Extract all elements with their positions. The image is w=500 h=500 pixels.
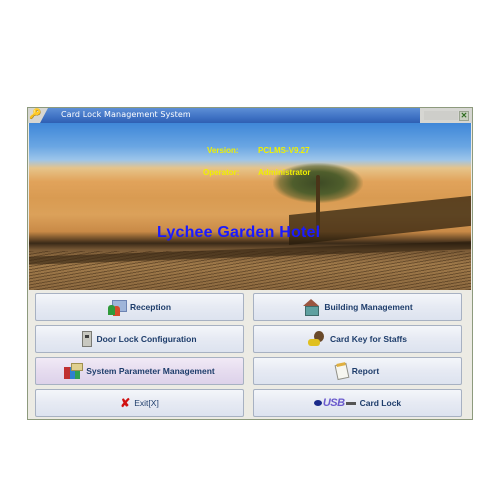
version-label: Version: — [207, 146, 239, 155]
button-label: Exit[X] — [134, 398, 159, 408]
title-bar[interactable]: 🔑 Card Lock Management System ✕ — [28, 108, 472, 123]
close-icon: ✕ — [460, 111, 468, 120]
button-label: Building Management — [324, 302, 413, 312]
door-lock-icon — [82, 331, 93, 347]
title-grip — [424, 111, 458, 120]
keys-icon: 🔑 — [29, 109, 42, 120]
x-icon: ✘ — [120, 396, 131, 410]
report-button[interactable]: Report — [253, 357, 462, 385]
usb-word: USB — [322, 397, 345, 409]
button-label: Door Lock Configuration — [96, 334, 197, 344]
close-button[interactable]: ✕ — [459, 111, 469, 121]
card-lock-button[interactable]: USB Card Lock — [253, 389, 462, 417]
usb-plug — [345, 401, 356, 405]
button-label: Reception — [129, 302, 172, 312]
door-lock-configuration-button[interactable]: Door Lock Configuration — [35, 325, 244, 353]
books-icon — [64, 363, 84, 379]
house-icon — [302, 299, 320, 316]
system-parameter-management-button[interactable]: System Parameter Management — [35, 357, 244, 385]
window-title: Card Lock Management System — [61, 110, 191, 119]
reception-button[interactable]: Reception — [35, 293, 244, 321]
main-window: 🔑 Card Lock Management System ✕ Version:… — [27, 107, 473, 420]
hotel-name: Lychee Garden Hotel — [157, 224, 321, 241]
button-label: Card Key for Staffs — [330, 334, 407, 344]
usb-icon: USB — [313, 397, 356, 409]
banner-image: Version: PCLMS-V9.27 Operator: Administr… — [29, 123, 471, 290]
building-management-button[interactable]: Building Management — [253, 293, 462, 321]
operator-value: Administrator — [258, 168, 311, 177]
card-key-for-staffs-button[interactable]: Card Key for Staffs — [253, 325, 462, 353]
button-label: System Parameter Management — [86, 366, 215, 376]
reception-icon — [107, 299, 127, 315]
report-icon — [334, 362, 350, 380]
sand-ripples — [29, 251, 471, 290]
operator-label: Operator: — [203, 168, 240, 177]
button-label: Report — [351, 366, 380, 376]
exit-button[interactable]: ✘ Exit[X] — [35, 389, 244, 417]
version-value: PCLMS-V9.27 — [258, 146, 310, 155]
palm-trunk — [316, 175, 320, 230]
usb-disc — [313, 400, 322, 406]
staff-key-icon — [308, 331, 326, 347]
button-label: Card Lock — [359, 398, 402, 408]
